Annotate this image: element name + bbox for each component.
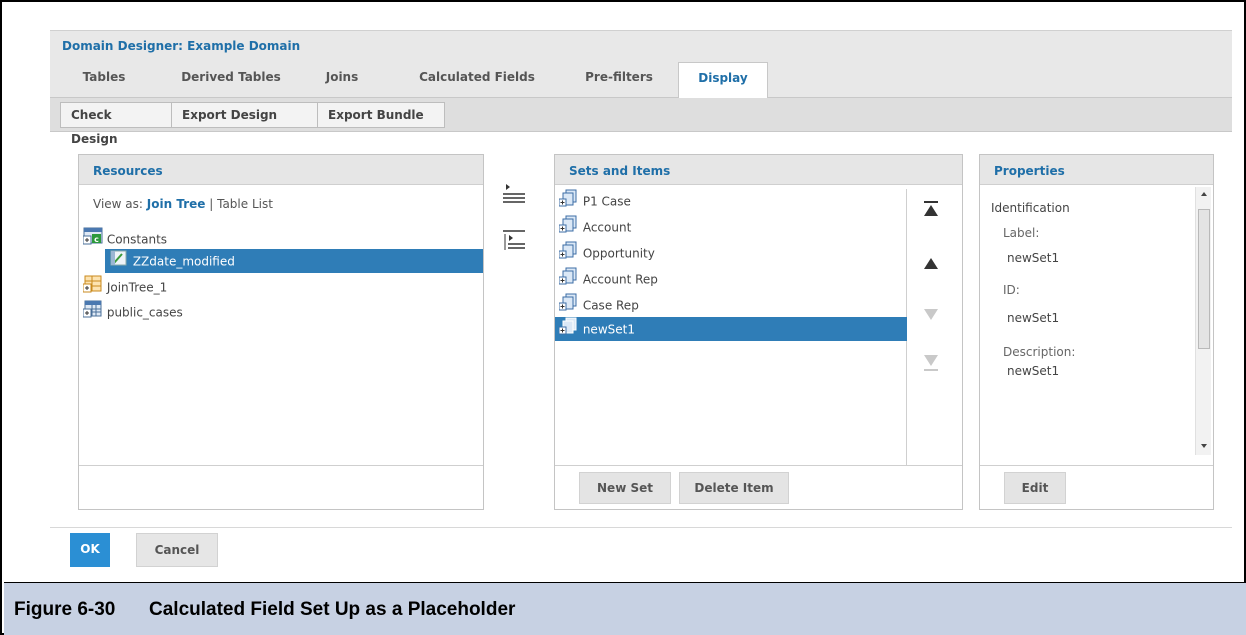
view-as-bar: View as: Join Tree | Table List: [93, 197, 273, 211]
export-bundle-button[interactable]: Export Bundle: [317, 102, 445, 128]
set-item-label: P1 Case: [582, 194, 631, 209]
tree-item-public-cases[interactable]: public_cases: [82, 300, 479, 326]
svg-text:c: c: [94, 235, 99, 244]
check-design-button[interactable]: Check Design: [60, 102, 172, 146]
tab-tables[interactable]: Tables: [64, 62, 144, 98]
description-value: newSet1: [1007, 364, 1060, 378]
move-up-icon[interactable]: [917, 251, 945, 277]
tab-display[interactable]: Display: [678, 62, 768, 99]
tab-pre-filters[interactable]: Pre-filters: [566, 62, 672, 98]
edit-button[interactable]: Edit: [1004, 472, 1066, 504]
tree-item-jointree-1[interactable]: JoinTree_1: [82, 275, 479, 301]
join-tree-icon: [82, 275, 103, 301]
figure-frame: Domain Designer: Example Domain Tables D…: [0, 0, 1246, 635]
label-value: newSet1: [1007, 251, 1060, 265]
new-set-button[interactable]: New Set: [579, 472, 671, 504]
set-item-opportunity[interactable]: Opportunity: [558, 241, 905, 267]
description-key: Description:: [1003, 345, 1076, 359]
cancel-button[interactable]: Cancel: [136, 533, 218, 567]
move-to-top-icon[interactable]: [917, 197, 945, 223]
set-item-p1-case[interactable]: P1 Case: [558, 189, 905, 215]
tree-item-label: Constants: [106, 232, 168, 247]
properties-panel: Properties Identification Label: newSet1…: [979, 154, 1214, 510]
set-item-label: newSet1: [582, 322, 635, 337]
toolbar: Check Design Export Design Export Bundle: [50, 98, 1232, 146]
tree-item-label: ZZdate_modified: [132, 254, 235, 269]
set-item-label: Account: [582, 220, 632, 235]
figure-number: Figure 6-30: [14, 599, 116, 620]
resources-footer: [79, 465, 483, 509]
set-icon: [558, 267, 579, 293]
tree-item-label: JoinTree_1: [106, 280, 168, 295]
set-item-case-rep[interactable]: Case Rep: [558, 293, 905, 319]
properties-footer: Edit: [980, 465, 1213, 509]
tree-item-zzdate-modified[interactable]: ZZdate_modified: [105, 249, 483, 273]
tab-joins[interactable]: Joins: [312, 62, 372, 98]
figure-title: Calculated Field Set Up as a Placeholder: [149, 599, 516, 620]
identification-heading: Identification: [991, 201, 1070, 215]
scroll-down-icon[interactable]: [1200, 443, 1208, 449]
constants-table-icon: c: [82, 227, 103, 253]
set-icon: [558, 189, 579, 215]
move-to-bottom-icon[interactable]: [917, 349, 945, 375]
resources-header: Resources: [79, 155, 483, 185]
tab-derived-tables[interactable]: Derived Tables: [166, 62, 296, 98]
view-join-tree-link[interactable]: Join Tree: [147, 197, 206, 211]
properties-title: Properties: [994, 164, 1065, 178]
set-item-label: Opportunity: [582, 246, 655, 261]
resources-title: Resources: [93, 164, 163, 178]
set-icon: [558, 241, 579, 267]
id-value: newSet1: [1007, 311, 1060, 325]
add-as-item-icon[interactable]: [500, 228, 528, 254]
window-title: Domain Designer: Example Domain: [62, 39, 301, 53]
scroll-thumb[interactable]: [1198, 209, 1210, 349]
sets-list: P1 Case Account Opportunity Account Rep …: [555, 189, 907, 465]
set-item-label: Case Rep: [582, 298, 639, 313]
set-item-newset1[interactable]: newSet1: [555, 317, 907, 341]
sets-items-footer: New Set Delete Item: [555, 465, 962, 509]
sets-items-panel: Sets and Items P1 Case Account Opportuni…: [554, 154, 963, 510]
set-item-account-rep[interactable]: Account Rep: [558, 267, 905, 293]
id-key: ID:: [1003, 283, 1020, 297]
delete-item-button[interactable]: Delete Item: [679, 472, 789, 504]
label-key: Label:: [1003, 226, 1040, 240]
sets-items-header: Sets and Items: [555, 155, 962, 185]
set-item-account[interactable]: Account: [558, 215, 905, 241]
tree-item-label: public_cases: [106, 305, 183, 320]
set-icon: [558, 293, 579, 319]
table-icon: [82, 300, 103, 326]
view-as-label: View as:: [93, 197, 143, 211]
resources-panel: Resources View as: Join Tree | Table Lis…: [78, 154, 484, 510]
figure-caption: Figure 6-30 Calculated Field Set Up as a…: [4, 582, 1246, 635]
set-icon: [558, 215, 579, 241]
set-item-label: Account Rep: [582, 272, 658, 287]
move-down-icon[interactable]: [917, 301, 945, 327]
set-icon: [558, 317, 579, 343]
scroll-up-icon[interactable]: [1200, 191, 1208, 197]
tab-bar: Tables Derived Tables Joins Calculated F…: [50, 62, 1232, 99]
view-table-list-link[interactable]: Table List: [217, 197, 273, 211]
footer-divider: [50, 527, 1232, 528]
export-design-button[interactable]: Export Design: [171, 102, 318, 128]
ok-button[interactable]: OK: [70, 533, 110, 567]
view-separator: |: [209, 197, 214, 211]
calculated-field-icon: [109, 249, 129, 275]
title-bar: Domain Designer: Example Domain: [50, 30, 1232, 62]
sets-items-title: Sets and Items: [569, 164, 671, 178]
tab-calculated-fields[interactable]: Calculated Fields: [402, 62, 552, 98]
properties-header: Properties: [980, 155, 1213, 185]
add-to-sets-icon[interactable]: [500, 182, 528, 208]
properties-scrollbar[interactable]: [1195, 187, 1211, 455]
tree-item-constants[interactable]: c Constants: [82, 227, 479, 253]
